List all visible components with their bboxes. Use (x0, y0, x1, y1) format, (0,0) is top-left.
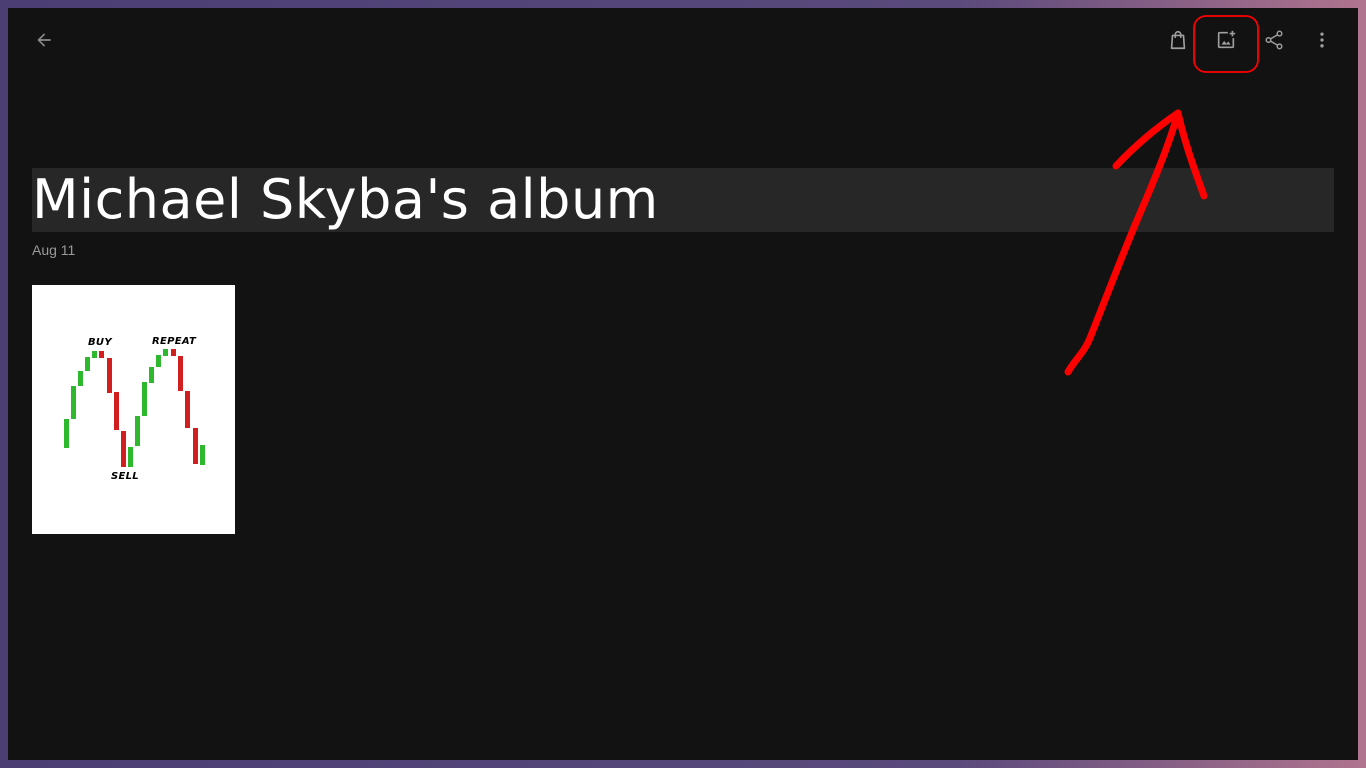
more-options-button[interactable] (1302, 20, 1342, 60)
more-vert-icon (1320, 32, 1324, 48)
share-icon (1265, 30, 1283, 50)
desktop-frame: Michael Skyba's album Aug 11 BUY REPEAT … (0, 0, 1366, 768)
candlestick-chart-image (64, 349, 205, 467)
arrow-shaft (1064, 109, 1182, 376)
album-title[interactable]: Michael Skyba's album (32, 168, 659, 232)
album-date: Aug 11 (32, 242, 76, 258)
album-view: Michael Skyba's album Aug 11 BUY REPEAT … (8, 8, 1358, 760)
sell-label: SELL (111, 471, 139, 482)
buy-label: BUY (88, 337, 112, 348)
arrow-back-icon (37, 33, 51, 47)
share-button[interactable] (1254, 20, 1294, 60)
order-photos-button[interactable] (1158, 20, 1198, 60)
shopping-bag-icon (1170, 30, 1186, 50)
add-photo-icon (1217, 30, 1236, 49)
repeat-label: REPEAT (152, 336, 197, 347)
back-button[interactable] (24, 20, 64, 60)
add-photos-button[interactable] (1206, 20, 1246, 60)
photo-thumbnail[interactable]: BUY REPEAT SELL (32, 285, 235, 534)
